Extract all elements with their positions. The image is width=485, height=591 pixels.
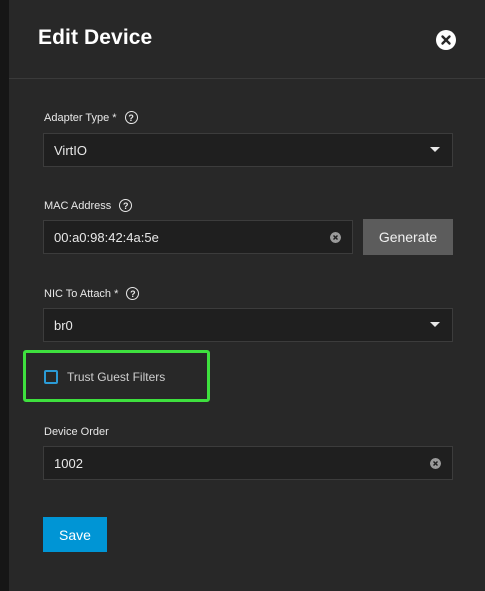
mac-address-input[interactable]: 00:a0:98:42:4a:5e [43,220,353,254]
adapter-type-label-row: Adapter Type * ? [44,111,138,124]
dialog-header: Edit Device [9,0,485,79]
clear-icon[interactable] [330,232,341,243]
dialog-title: Edit Device [38,26,153,49]
mac-address-value: 00:a0:98:42:4a:5e [54,229,159,245]
close-icon [441,35,451,45]
help-icon[interactable]: ? [119,199,133,212]
edit-device-dialog: Edit Device Adapter Type * ? VirtIO MAC … [9,0,485,591]
mac-address-label: MAC Address [44,199,112,212]
close-button[interactable] [436,30,456,50]
help-icon[interactable]: ? [124,111,138,124]
adapter-type-select[interactable]: VirtIO [43,133,453,167]
mac-address-label-row: MAC Address ? [44,199,133,212]
nic-to-attach-label-row: NIC To Attach * ? [44,287,140,300]
trust-guest-filters-checkbox[interactable] [44,370,58,384]
trust-guest-filters-label[interactable]: Trust Guest Filters [67,370,165,384]
page-backdrop [0,0,9,591]
nic-to-attach-value: br0 [54,317,73,333]
device-order-label: Device Order [44,426,109,438]
adapter-type-value: VirtIO [54,142,87,158]
generate-button[interactable]: Generate [363,219,453,255]
save-button[interactable]: Save [43,517,107,552]
device-order-label-row: Device Order [44,426,109,438]
chevron-down-icon [430,147,440,152]
help-icon[interactable]: ? [126,287,140,300]
adapter-type-label: Adapter Type * [44,111,117,124]
nic-to-attach-select[interactable]: br0 [43,308,453,342]
device-order-input[interactable]: 1002 [43,446,453,480]
device-order-value: 1002 [54,455,83,471]
clear-icon[interactable] [430,458,441,469]
nic-to-attach-label: NIC To Attach * [44,287,119,300]
chevron-down-icon [430,322,440,327]
